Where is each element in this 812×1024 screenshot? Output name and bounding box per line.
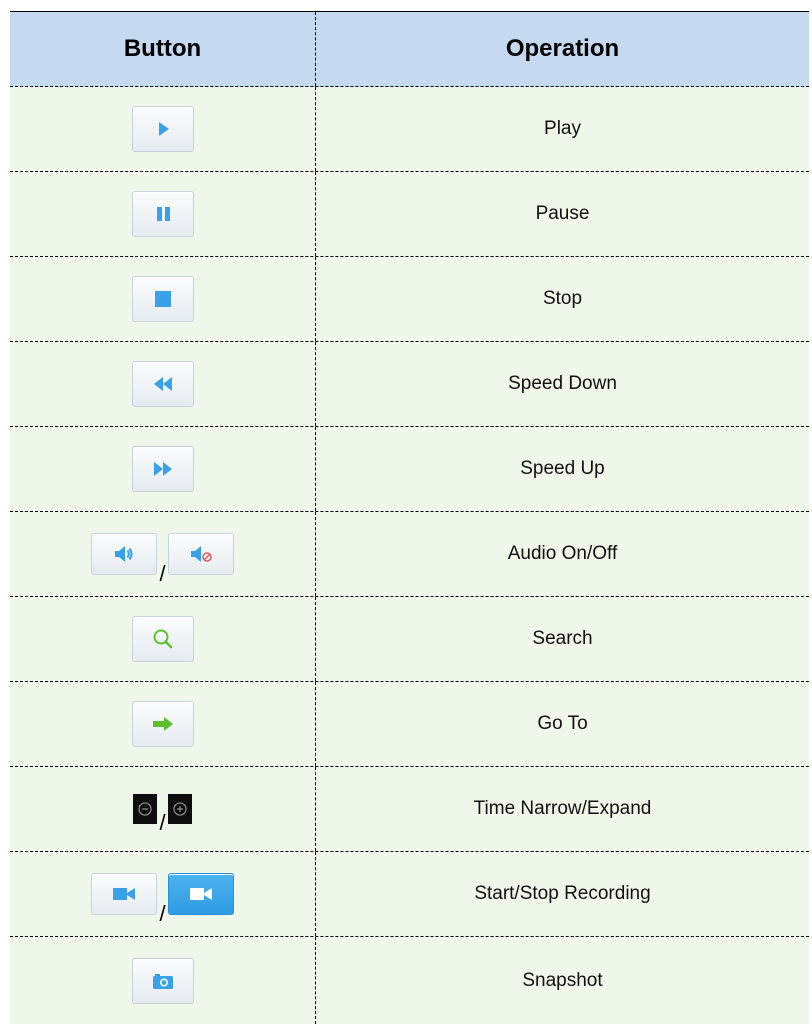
table-row: Speed Up (10, 427, 809, 512)
time-narrow-button[interactable] (133, 794, 158, 824)
operation-label: Speed Down (508, 373, 617, 394)
operation-label: Play (544, 118, 581, 139)
table-row: / Audio On/Off (10, 512, 809, 597)
header-cell-button: Button (10, 12, 316, 86)
video-camera-active-icon (189, 888, 212, 900)
table-row: Search (10, 597, 809, 682)
time-expand-button[interactable] (167, 794, 192, 824)
speed-up-button[interactable] (131, 446, 194, 492)
audio-off-icon (190, 546, 212, 562)
play-button[interactable] (131, 106, 194, 152)
table-row: Stop (10, 257, 809, 342)
start-recording-button[interactable] (91, 873, 158, 915)
arrow-right-icon (152, 717, 173, 731)
operation-label: Start/Stop Recording (474, 883, 651, 904)
table-row: Go To (10, 682, 809, 767)
pause-icon (156, 207, 170, 221)
zoom-out-icon (138, 802, 153, 816)
table-row: Speed Down (10, 342, 809, 427)
button-operation-table: Button Operation Play Pause Stop Speed D… (10, 11, 809, 1024)
operation-label: Snapshot (522, 969, 603, 991)
header-operation-label: Operation (505, 35, 620, 62)
header-cell-operation: Operation (316, 12, 809, 86)
header-button-label: Button (123, 35, 202, 62)
video-camera-icon (113, 888, 136, 900)
table-row: / Time Narrow/Expand (10, 767, 809, 852)
stop-button[interactable] (131, 276, 194, 322)
operation-label: Audio On/Off (507, 543, 618, 564)
fast-forward-icon (153, 462, 172, 476)
table-row: / Start/Stop Recording (10, 852, 809, 937)
table-row: Pause (10, 172, 809, 257)
operation-label: Go To (537, 713, 588, 734)
rewind-icon (153, 377, 172, 391)
audio-button-pair: / (91, 533, 234, 585)
snapshot-button[interactable] (131, 957, 194, 1004)
table-row: Snapshot (10, 937, 809, 1024)
separator-slash: / (159, 810, 166, 835)
table-row: Play (10, 87, 809, 172)
search-button[interactable] (131, 616, 194, 662)
operation-label: Pause (535, 203, 590, 224)
separator-slash: / (159, 561, 166, 586)
zoom-in-icon (172, 802, 187, 816)
time-zoom-button-pair: / (133, 794, 192, 834)
recording-button-pair: / (91, 873, 234, 925)
speed-down-button[interactable] (131, 361, 194, 407)
operation-label: Search (532, 628, 593, 649)
play-icon (158, 122, 169, 136)
audio-on-icon (115, 546, 133, 562)
audio-on-button[interactable] (91, 533, 158, 575)
audio-off-button[interactable] (167, 533, 234, 575)
stop-recording-button[interactable] (167, 873, 234, 915)
stop-icon (154, 291, 171, 307)
search-icon (153, 629, 172, 649)
operation-label: Speed Up (520, 458, 605, 479)
camera-icon (152, 973, 173, 989)
pause-button[interactable] (131, 191, 194, 237)
separator-slash: / (159, 901, 166, 926)
operation-label: Time Narrow/Expand (473, 798, 652, 819)
operation-label: Stop (542, 288, 583, 309)
go-to-button[interactable] (131, 701, 194, 747)
table-header-row: Button Operation (10, 12, 809, 87)
